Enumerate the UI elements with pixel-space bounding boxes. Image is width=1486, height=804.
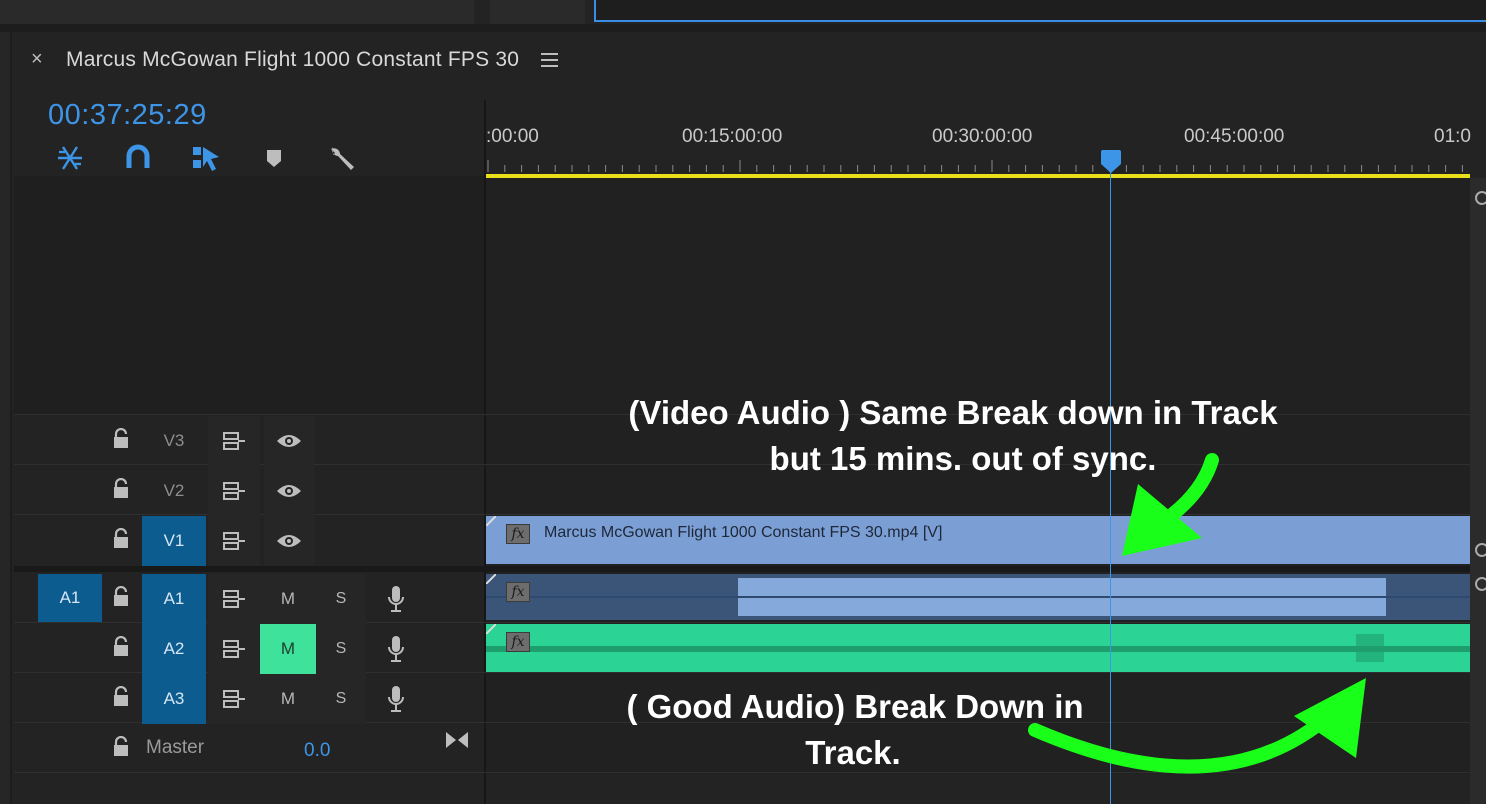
scroll-handle-top[interactable] — [1472, 190, 1486, 206]
fx-badge-icon[interactable]: fx — [506, 524, 530, 544]
audio-center-line — [486, 596, 1470, 598]
solo-button[interactable]: S — [316, 574, 366, 624]
track-header-a1: A1 A1 M S — [14, 574, 484, 624]
video-audio-separator — [14, 566, 1470, 572]
ruler-label: :00:00 — [486, 126, 539, 147]
sync-lock-icon[interactable] — [208, 624, 260, 674]
close-tab-icon[interactable]: × — [31, 48, 43, 71]
solo-button[interactable]: S — [316, 674, 366, 724]
clip-corner-icon — [486, 516, 496, 526]
video-clip-v1[interactable]: fx Marcus McGowan Flight 1000 Constant F… — [486, 516, 1470, 564]
program-monitor-edge[interactable] — [594, 0, 1486, 22]
audio-waveform-a2 — [486, 646, 1470, 652]
sequence-tab-title[interactable]: Marcus McGowan Flight 1000 Constant FPS … — [66, 48, 519, 72]
mute-button[interactable]: M — [260, 624, 316, 674]
solo-button[interactable]: S — [316, 624, 366, 674]
mute-button[interactable]: M — [260, 674, 316, 724]
annotation-bottom-line1: ( Good Audio) Break Down in — [626, 688, 1084, 725]
sync-lock-icon[interactable] — [208, 466, 260, 516]
ruler-label: 00:15:00:00 — [682, 126, 783, 147]
lock-icon[interactable] — [112, 477, 130, 505]
track-header-v2: V2 — [14, 466, 484, 516]
wrench-icon[interactable] — [322, 140, 362, 176]
clip-corner-icon — [486, 574, 496, 584]
track-target-a3[interactable]: A3 — [142, 674, 206, 724]
time-ruler[interactable]: :00:00 00:15:00:00 00:30:00:00 00:45:00:… — [486, 100, 1471, 176]
track-header-empty-area — [14, 176, 484, 414]
vertical-scrollbar[interactable] — [1470, 178, 1486, 804]
annotation-bottom-line2: Track. — [805, 734, 901, 771]
track-header-v1: V1 — [14, 516, 484, 566]
mute-button[interactable]: M — [260, 574, 316, 624]
left-panel-edge — [0, 32, 10, 804]
fx-badge-icon[interactable]: fx — [506, 582, 530, 602]
lock-icon[interactable] — [112, 735, 130, 763]
source-panel-edge — [0, 0, 474, 24]
track-target-v2[interactable]: V2 — [142, 466, 206, 516]
voiceover-mic-icon[interactable] — [376, 574, 416, 624]
lock-icon[interactable] — [112, 685, 130, 713]
annotation-top-line1: (Video Audio ) Same Break down in Track — [628, 394, 1278, 431]
ruler-ticks — [487, 160, 1463, 172]
audio-clip-a2[interactable]: fx — [486, 624, 1470, 672]
track-header-v3: V3 — [14, 416, 484, 466]
track-header-a3: A3 M S — [14, 674, 484, 724]
sync-lock-icon[interactable] — [208, 674, 260, 724]
nest-sequence-icon[interactable] — [50, 140, 90, 176]
panel-menu-icon[interactable] — [541, 53, 558, 67]
panel-tab-edge — [490, 0, 585, 24]
playhead-timecode[interactable]: 00:37:25:29 — [48, 99, 207, 132]
master-label: Master — [146, 737, 205, 758]
track-target-a2[interactable]: A2 — [142, 624, 206, 674]
linked-selection-icon[interactable] — [186, 140, 226, 176]
annotation-top: (Video Audio ) Same Break down in Track … — [560, 390, 1346, 482]
playhead-handle-icon[interactable] — [1100, 150, 1122, 174]
track-target-v1[interactable]: V1 — [142, 516, 206, 566]
audio-dip-marker — [1356, 634, 1384, 662]
video-clip-label: Marcus McGowan Flight 1000 Constant FPS … — [544, 524, 943, 541]
annotation-bottom: ( Good Audio) Break Down in Track. — [580, 684, 1130, 776]
lock-icon[interactable] — [112, 585, 130, 613]
fx-badge-icon[interactable]: fx — [506, 632, 530, 652]
audio-clip-a1[interactable]: fx — [486, 574, 1470, 620]
lock-icon[interactable] — [112, 427, 130, 455]
header-divider — [484, 100, 486, 804]
toggle-output-eye-icon[interactable] — [264, 516, 314, 566]
toggle-output-eye-icon[interactable] — [264, 466, 314, 516]
ruler-label: 00:45:00:00 — [1184, 126, 1285, 147]
sync-lock-icon[interactable] — [208, 574, 260, 624]
scroll-handle-mid[interactable] — [1472, 542, 1486, 558]
annotation-top-line2: but 15 mins. out of sync. — [769, 440, 1157, 477]
go-to-in-out-icon[interactable] — [444, 730, 470, 755]
master-volume-value[interactable]: 0.0 — [304, 740, 330, 762]
track-target-a1[interactable]: A1 — [142, 574, 206, 624]
voiceover-mic-icon[interactable] — [376, 624, 416, 674]
track-header-master: Master 0.0 — [14, 724, 484, 774]
clip-corner-icon — [486, 624, 496, 634]
source-patch-a1[interactable]: A1 — [38, 574, 102, 622]
sync-lock-icon[interactable] — [208, 416, 260, 466]
lock-icon[interactable] — [112, 635, 130, 663]
sync-lock-icon[interactable] — [208, 516, 260, 566]
snap-magnet-icon[interactable] — [118, 140, 158, 176]
ruler-label: 00:30:00:00 — [932, 126, 1033, 147]
toggle-output-eye-icon[interactable] — [264, 416, 314, 466]
track-target-v3[interactable]: V3 — [142, 416, 206, 466]
scroll-handle-audio[interactable] — [1472, 576, 1486, 592]
add-marker-icon[interactable] — [254, 140, 294, 176]
lock-icon[interactable] — [112, 527, 130, 555]
track-header-a2: A2 M S — [14, 624, 484, 674]
top-panels-strip — [0, 0, 1486, 24]
voiceover-mic-icon[interactable] — [376, 674, 416, 724]
ruler-label: 01:0 — [1434, 126, 1471, 147]
